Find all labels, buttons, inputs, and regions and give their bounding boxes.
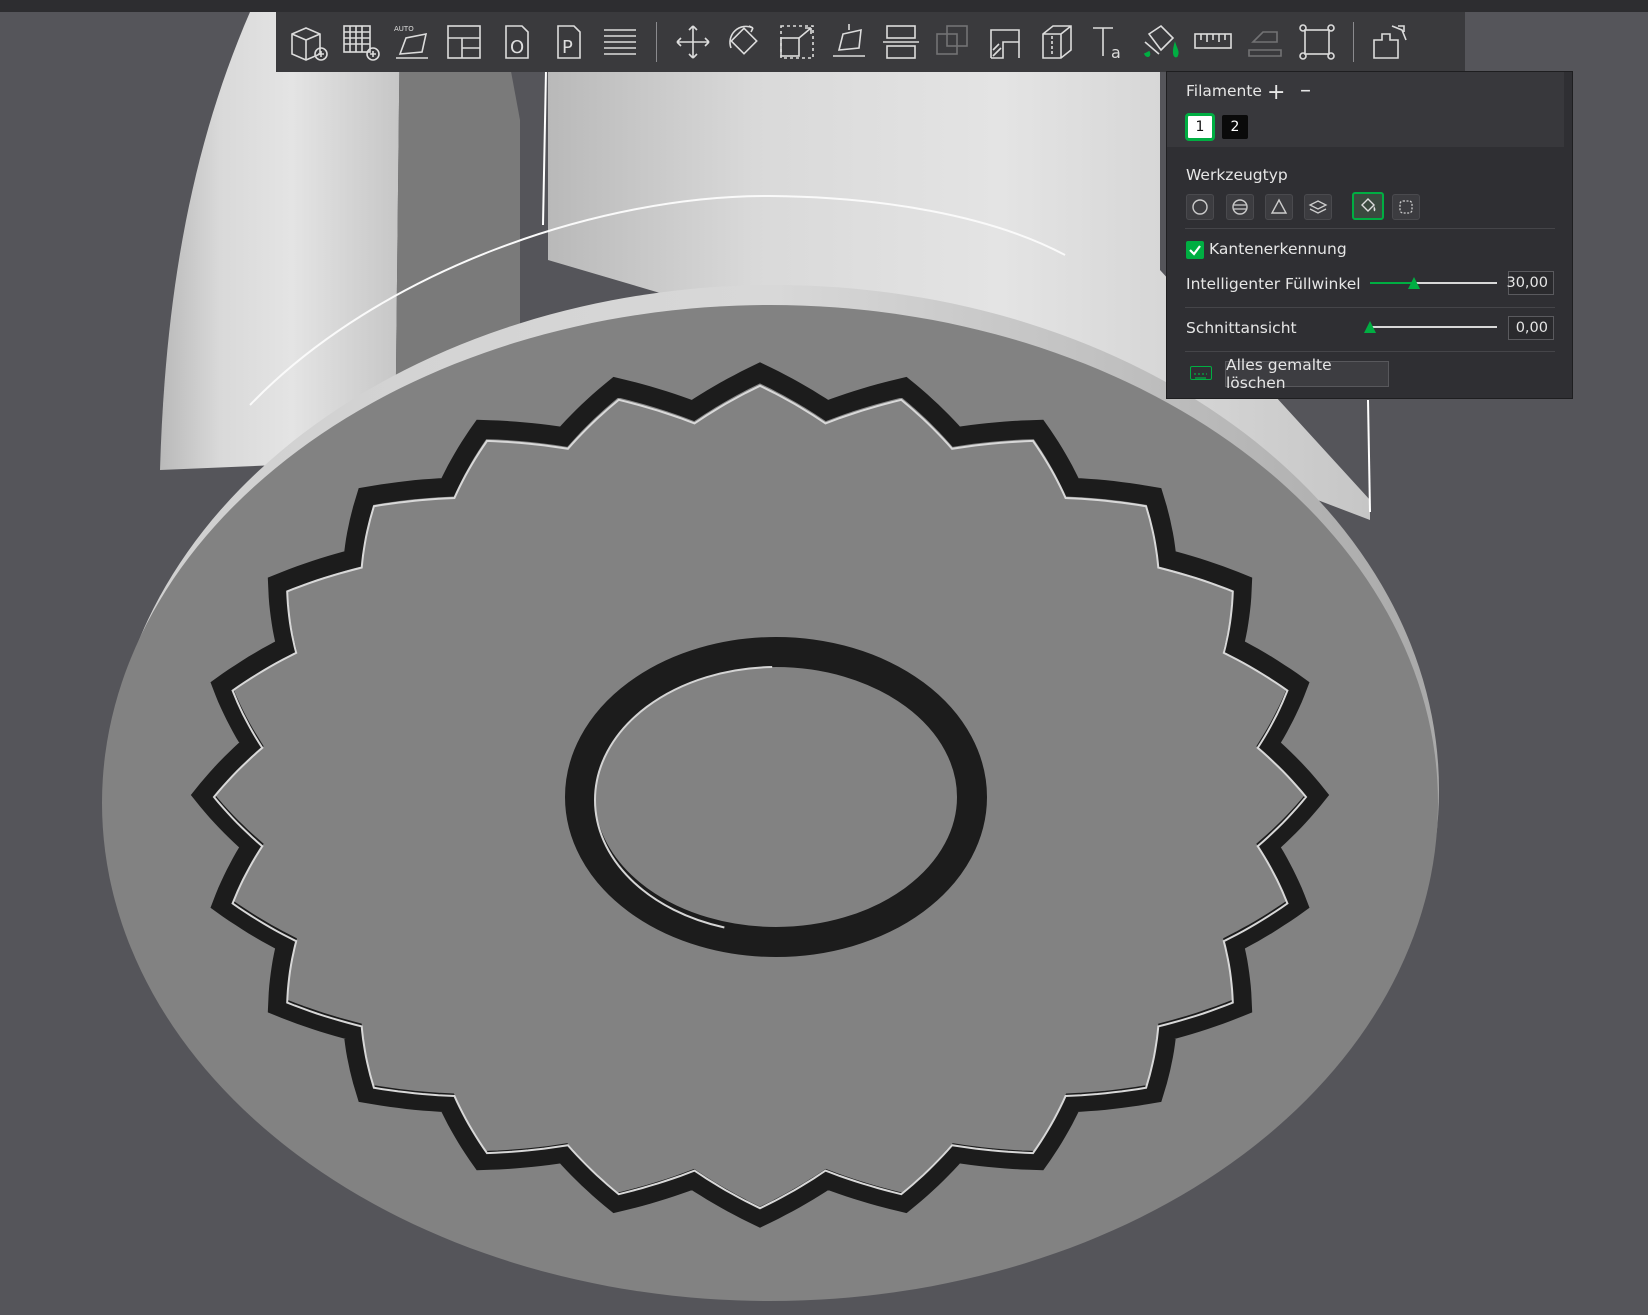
measure-button[interactable]	[1187, 16, 1239, 68]
boolean-button[interactable]	[927, 16, 979, 68]
remove-filament-icon[interactable]: –	[1300, 78, 1311, 103]
smart-fill-angle-thumb[interactable]	[1408, 277, 1421, 289]
cut-button[interactable]	[875, 16, 927, 68]
scale-icon	[780, 25, 814, 59]
tool-circle-button[interactable]	[1186, 194, 1214, 220]
add-object-icon	[291, 27, 328, 61]
rotate-button[interactable]	[719, 16, 771, 68]
rotate-icon	[729, 25, 758, 55]
fit-view-icon	[1299, 24, 1335, 60]
fill-bucket-icon	[1361, 198, 1376, 212]
arrange-icon	[447, 25, 481, 59]
add-object-button[interactable]	[282, 16, 334, 68]
move-button[interactable]	[667, 16, 719, 68]
checkmark-icon	[1189, 245, 1201, 256]
toolbar-separator	[656, 22, 657, 62]
arrange-button[interactable]	[438, 16, 490, 68]
edge-detection-checkbox[interactable]	[1186, 241, 1204, 259]
svg-text:AUTO: AUTO	[394, 25, 414, 33]
split-parts-icon: P	[557, 25, 581, 59]
sphere-brush-icon	[1232, 199, 1248, 215]
boolean-icon	[936, 25, 968, 55]
height-range-icon	[1308, 200, 1328, 214]
edge-detection-label: Kantenerkennung	[1209, 240, 1347, 258]
cut-icon	[883, 25, 919, 59]
support-paint-button[interactable]	[979, 16, 1031, 68]
filament-chip-2[interactable]: 2	[1222, 115, 1248, 139]
seam-paint-icon	[1042, 25, 1072, 59]
tool-height-range-button[interactable]	[1304, 194, 1332, 220]
filaments-label: Filamente	[1186, 82, 1262, 100]
disc-face	[102, 305, 1438, 1301]
lay-on-face-icon	[833, 24, 865, 57]
edge-highlight-right	[1367, 399, 1371, 513]
color-paint-button[interactable]	[1135, 16, 1187, 68]
tool-triangle-button[interactable]	[1265, 194, 1293, 220]
explode-button[interactable]	[1364, 16, 1416, 68]
layers-button[interactable]	[594, 16, 646, 68]
filament-chip-1[interactable]: 1	[1185, 113, 1215, 141]
smart-fill-angle-slider[interactable]	[1370, 277, 1497, 289]
svg-text:P: P	[562, 37, 573, 58]
add-plate-icon	[343, 25, 380, 61]
main-toolbar: AUTO O Pa	[276, 12, 1465, 72]
lay-on-face-button[interactable]	[823, 16, 875, 68]
assembly-button[interactable]	[1239, 16, 1291, 68]
split-objects-button[interactable]: O	[490, 16, 542, 68]
seam-paint-button[interactable]	[1031, 16, 1083, 68]
svg-text:O: O	[510, 37, 524, 58]
fit-view-button[interactable]	[1291, 16, 1343, 68]
text-tool-icon: a	[1093, 27, 1121, 62]
section-view-thumb[interactable]	[1364, 321, 1376, 333]
split-parts-button[interactable]: P	[542, 16, 594, 68]
color-painting-panel: Filamente + – 1 2 Werkzeugtyp Kantenerke…	[1166, 71, 1573, 399]
section-view-label: Schnittansicht	[1186, 319, 1297, 337]
filament-section: Filamente + – 1 2	[1167, 72, 1564, 147]
gap-fill-icon	[1399, 200, 1413, 214]
add-filament-icon[interactable]: +	[1267, 80, 1285, 105]
move-icon	[676, 25, 710, 59]
text-tool-button[interactable]: a	[1083, 16, 1135, 68]
keyboard-icon	[1194, 373, 1207, 379]
add-plate-button[interactable]	[334, 16, 386, 68]
scale-button[interactable]	[771, 16, 823, 68]
auto-orient-icon: AUTO	[394, 25, 428, 59]
explode-icon	[1373, 25, 1407, 59]
tool-fill-bucket-button[interactable]	[1352, 192, 1384, 220]
keyboard-shortcuts-icon[interactable]	[1190, 366, 1212, 380]
tool-type-label: Werkzeugtyp	[1186, 166, 1288, 184]
split-objects-icon: O	[505, 25, 529, 59]
tool-gap-fill-button[interactable]	[1392, 194, 1420, 220]
color-paint-icon	[1143, 24, 1179, 58]
triangle-brush-icon	[1270, 198, 1288, 214]
toolbar-separator	[1353, 22, 1354, 62]
circle-brush-icon	[1192, 199, 1208, 215]
edge-highlight	[542, 69, 547, 226]
assembly-icon	[1248, 31, 1282, 57]
auto-orient-button[interactable]: AUTO	[386, 16, 438, 68]
svg-text:a: a	[1111, 43, 1121, 62]
section-view-input[interactable]: 0,00	[1508, 316, 1554, 340]
title-strip	[0, 0, 1648, 12]
layers-icon	[604, 29, 636, 55]
smart-fill-angle-input[interactable]: 30,00	[1506, 271, 1554, 295]
tool-sphere-button[interactable]	[1226, 194, 1254, 220]
clear-all-painting-button[interactable]: Alles gemalte löschen	[1225, 356, 1389, 392]
section-view-slider[interactable]	[1364, 321, 1497, 333]
measure-icon	[1194, 33, 1232, 49]
support-paint-icon	[990, 29, 1020, 59]
smart-fill-angle-label: Intelligenter Füllwinkel	[1186, 275, 1361, 293]
